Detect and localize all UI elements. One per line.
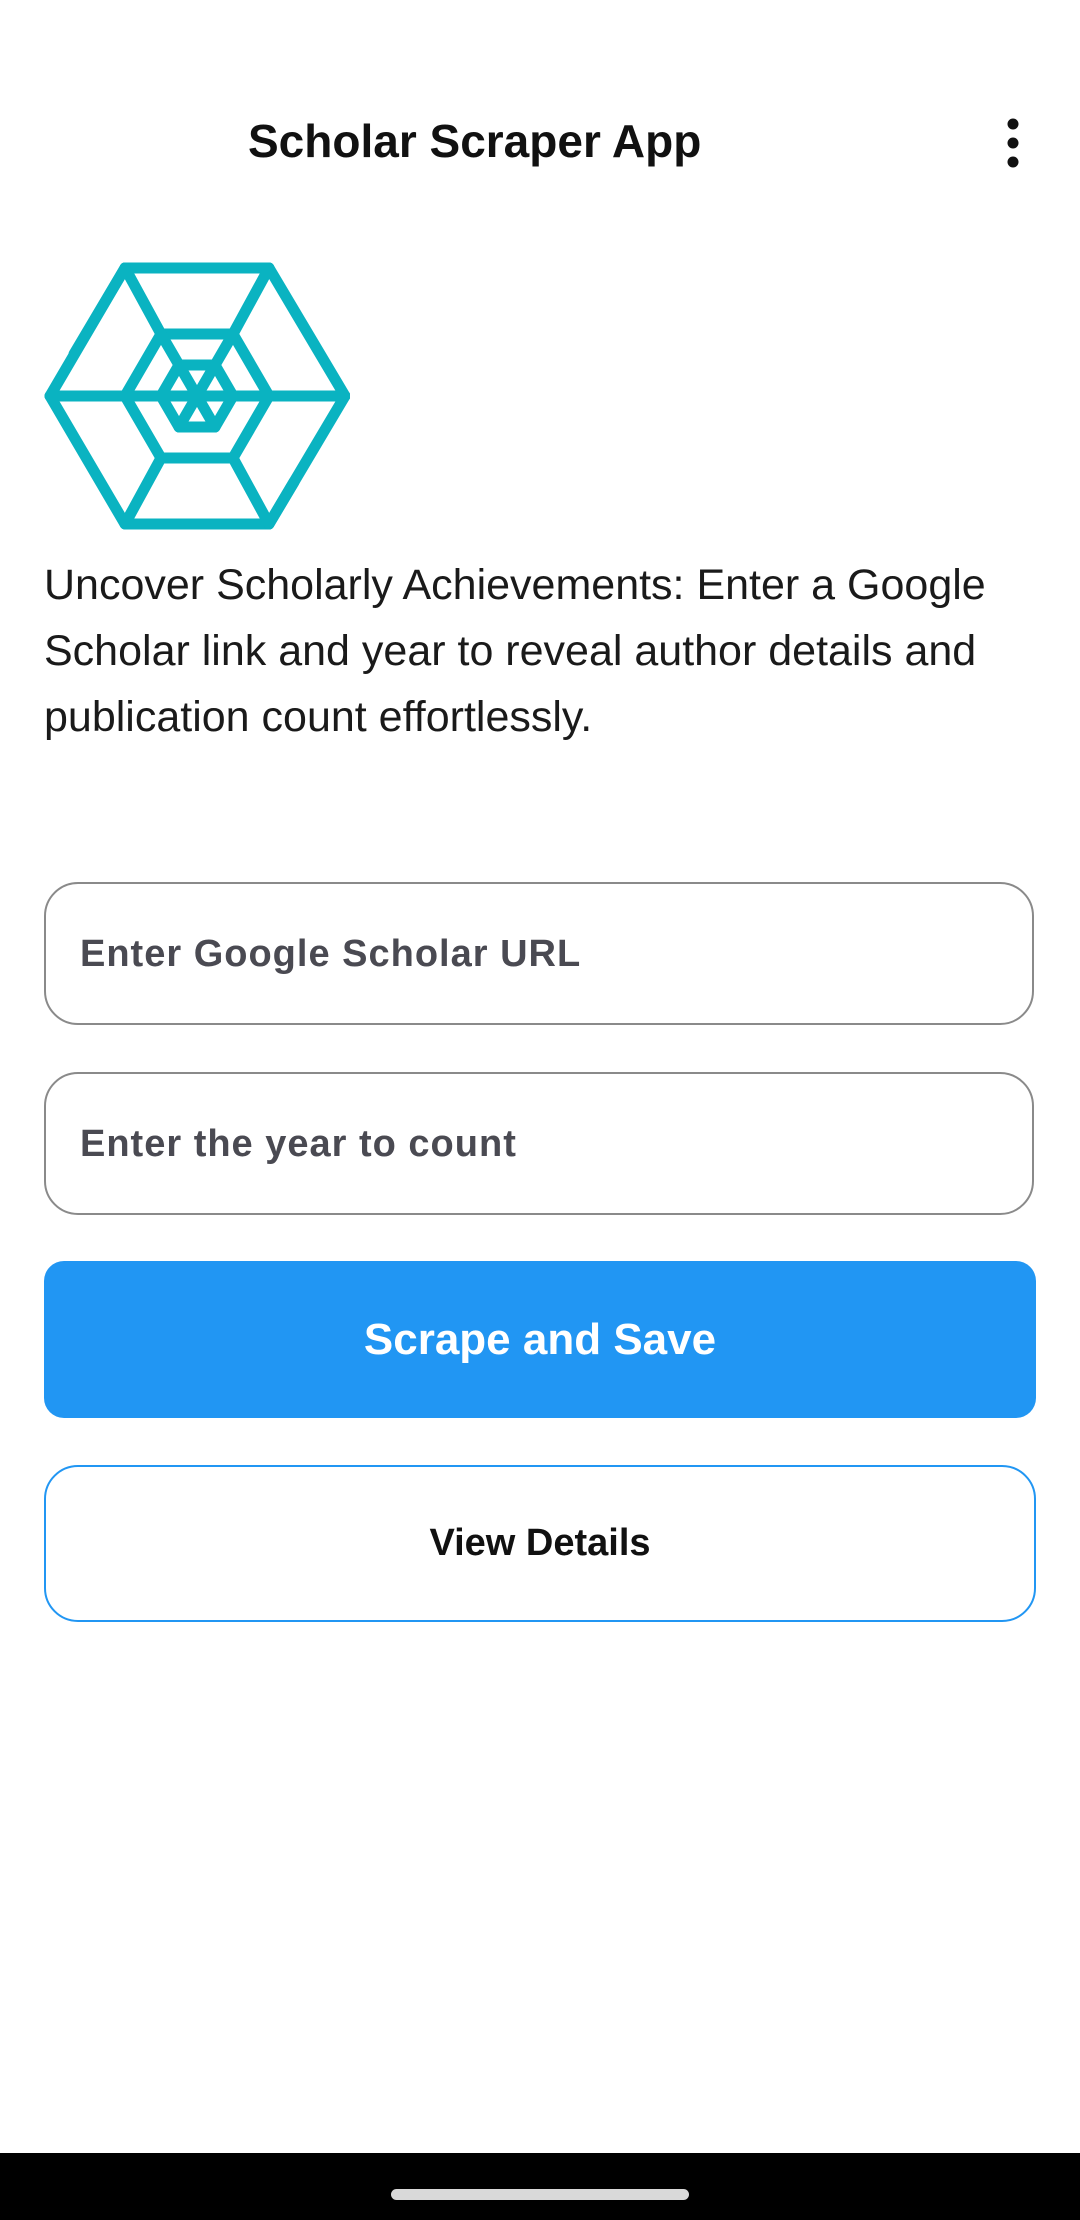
home-gesture-handle[interactable] <box>391 2189 689 2200</box>
scholar-url-input[interactable] <box>78 884 1002 1025</box>
overflow-menu-button[interactable] <box>983 100 1043 185</box>
year-field[interactable] <box>44 1072 1034 1215</box>
app-bar: Scholar Scraper App <box>0 80 1080 205</box>
app-title: Scholar Scraper App <box>248 115 702 167</box>
system-navigation-bar <box>0 2153 1080 2220</box>
scrape-and-save-button[interactable]: Scrape and Save <box>44 1261 1036 1418</box>
app-screen: Scholar Scraper App Uncover Scholarly Ac… <box>0 0 1080 2220</box>
year-input[interactable] <box>78 1074 1002 1215</box>
view-details-button[interactable]: View Details <box>44 1465 1036 1622</box>
app-logo-icon <box>44 262 350 530</box>
app-description: Uncover Scholarly Achievements: Enter a … <box>44 561 986 741</box>
scholar-url-field[interactable] <box>44 882 1034 1025</box>
more-vert-icon <box>1007 118 1019 167</box>
